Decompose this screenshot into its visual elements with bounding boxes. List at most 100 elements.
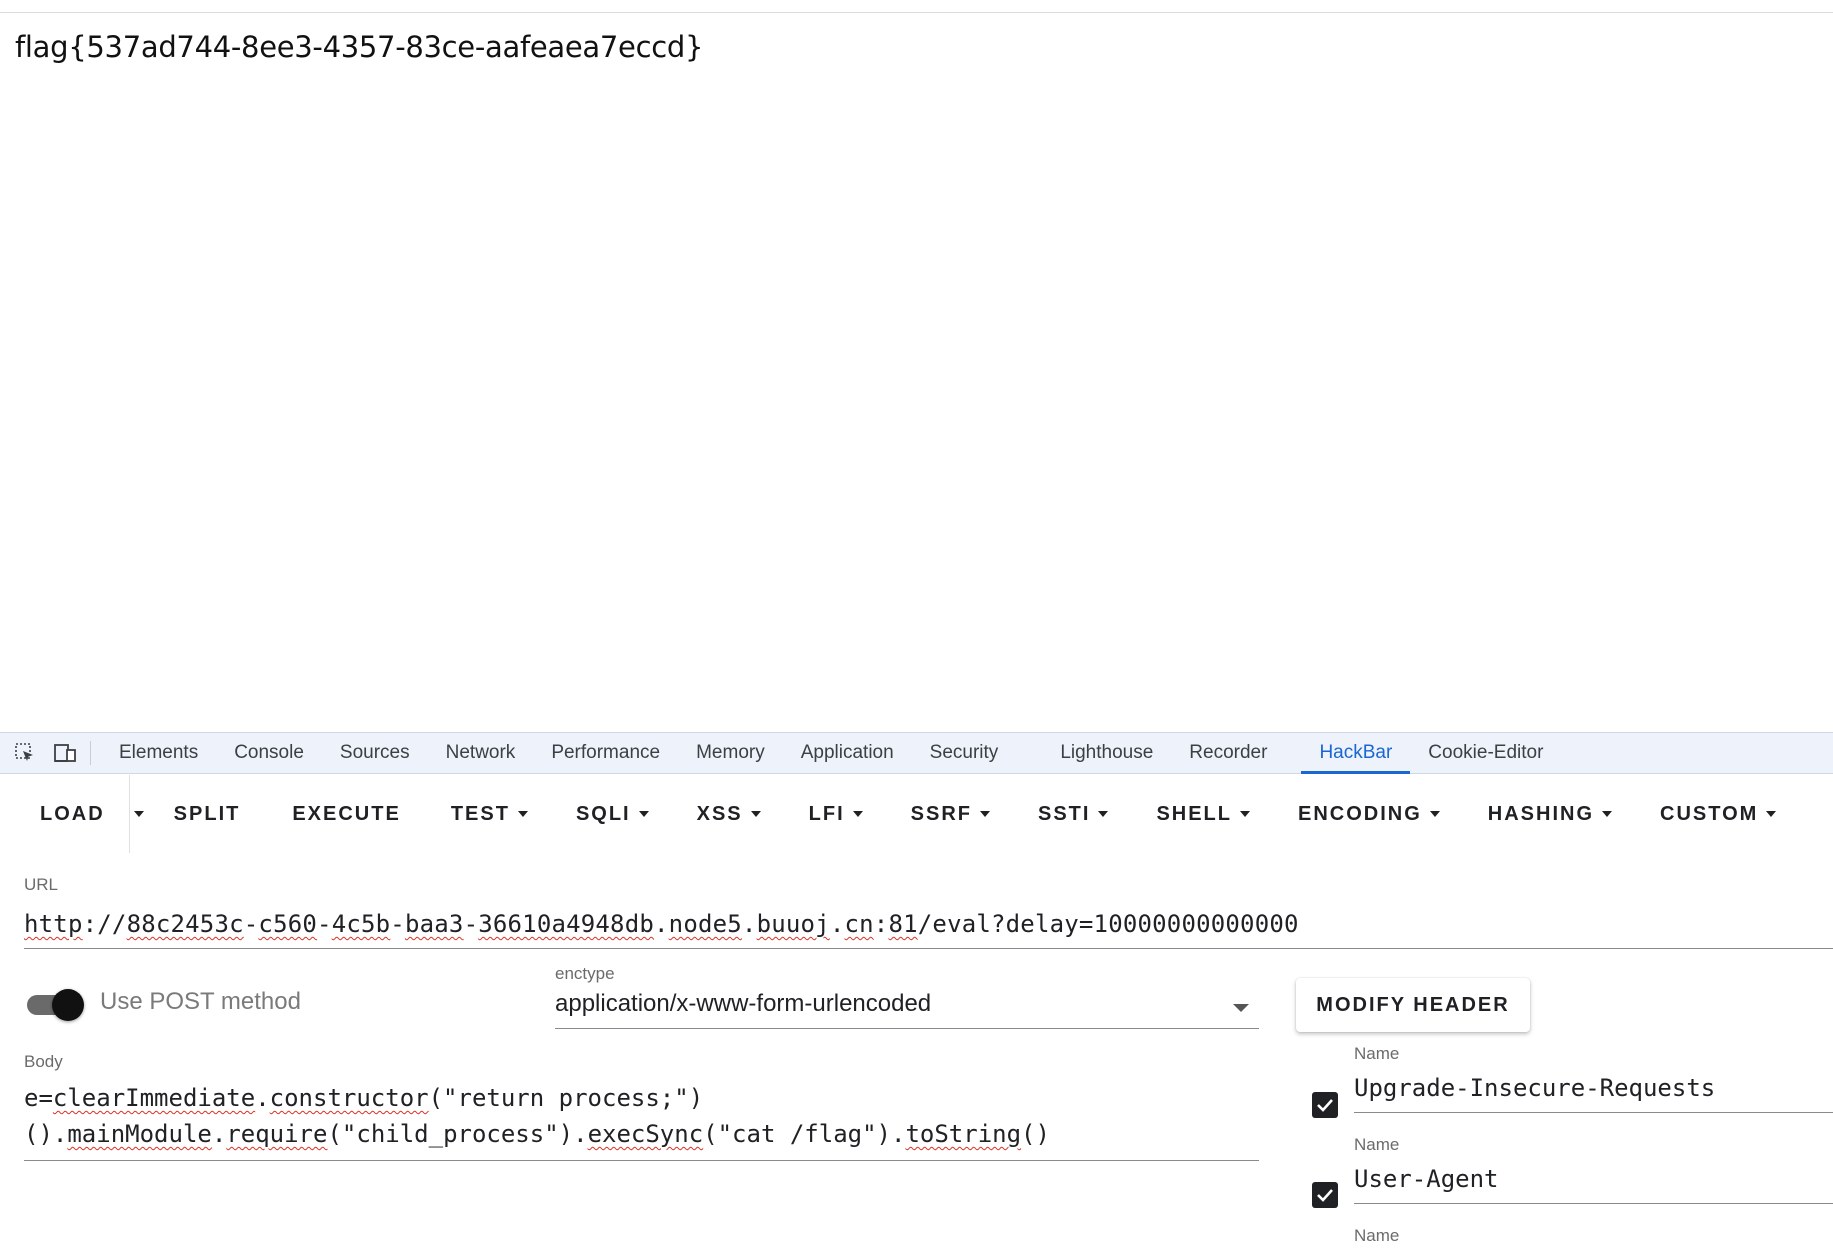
url-segment: 88c2453c xyxy=(126,910,244,938)
tab-network[interactable]: Network xyxy=(428,733,534,773)
body-textarea[interactable]: e=clearImmediate.constructor("return pro… xyxy=(24,1084,1259,1161)
test-label: TEST xyxy=(450,802,510,825)
tab-memory[interactable]: Memory xyxy=(678,733,783,773)
tab-lighthouse[interactable]: Lighthouse xyxy=(1042,733,1171,773)
caret-down-icon xyxy=(750,811,761,817)
caret-down-icon xyxy=(517,811,528,817)
tab-console[interactable]: Console xyxy=(216,733,322,773)
execute-button[interactable]: EXECUTE xyxy=(272,788,426,840)
url-segment: baa3 xyxy=(404,910,464,938)
body-token: require xyxy=(226,1120,328,1148)
load-dropdown-toggle[interactable] xyxy=(130,811,148,817)
url-segment: /eval?delay=10000000000000 xyxy=(917,910,1299,938)
body-line-2: ().mainModule.require("child_process").e… xyxy=(24,1120,1050,1148)
body-token: clearImmediate xyxy=(52,1084,256,1112)
devtools-tab-list: Elements Console Sources Network Performance… xyxy=(101,733,1561,774)
checkmark-icon xyxy=(1317,1189,1333,1202)
body-token: . xyxy=(255,1084,270,1112)
tab-performance[interactable]: Performance xyxy=(533,733,678,773)
url-segment: . xyxy=(654,910,669,938)
body-token: constructor xyxy=(269,1084,429,1112)
header-row: Name User-Agent xyxy=(1312,1135,1833,1227)
tab-hackbar[interactable]: HackBar xyxy=(1301,733,1411,774)
header-name-value: Upgrade-Insecure-Requests xyxy=(1354,1074,1716,1102)
caret-down-icon xyxy=(638,811,649,817)
tabbar-separator xyxy=(90,741,91,765)
header-enabled-checkbox[interactable] xyxy=(1312,1182,1338,1208)
hashing-dropdown[interactable]: HASHING xyxy=(1464,788,1636,840)
caret-down-icon xyxy=(1602,811,1613,817)
ssti-dropdown[interactable]: SSTI xyxy=(1014,788,1132,840)
url-input[interactable]: http://88c2453c-c560-4c5b-baa3-36610a494… xyxy=(24,902,1833,949)
post-method-toggle[interactable] xyxy=(27,989,85,1021)
url-segment: - xyxy=(463,910,479,938)
tab-application[interactable]: Application xyxy=(783,733,912,773)
caret-down-icon xyxy=(979,811,990,817)
url-segment: . xyxy=(741,910,757,938)
url-value: http://88c2453c-c560-4c5b-baa3-36610a494… xyxy=(24,910,1299,938)
execute-label: EXECUTE xyxy=(292,802,401,825)
load-split-group: LOAD xyxy=(16,775,130,853)
test-dropdown[interactable]: TEST xyxy=(427,788,552,840)
url-label: URL xyxy=(24,875,59,894)
body-token: e= xyxy=(24,1084,53,1112)
chevron-down-icon xyxy=(133,811,144,817)
devtools-tabbar: Elements Console Sources Network Performance… xyxy=(0,732,1833,774)
device-toolbar-icon[interactable] xyxy=(52,740,78,766)
lfi-dropdown[interactable]: LFI xyxy=(785,788,887,840)
body-token: (). xyxy=(24,1120,68,1148)
header-name-value: User-Agent xyxy=(1354,1165,1499,1193)
post-method-label: Use POST method xyxy=(100,988,301,1015)
caret-down-icon xyxy=(1766,811,1777,817)
header-name-label: Name xyxy=(1354,1226,1400,1245)
caret-down-icon xyxy=(1098,811,1109,817)
shell-dropdown[interactable]: SHELL xyxy=(1132,788,1274,840)
url-segment: : xyxy=(873,910,889,938)
url-segment: - xyxy=(390,910,405,938)
body-token: toString xyxy=(905,1120,1022,1148)
page-body-text: flag{537ad744-8ee3-4357-83ce-aafeaea7ecc… xyxy=(15,30,704,64)
body-token: . xyxy=(211,1120,227,1148)
url-segment: - xyxy=(317,910,332,938)
encoding-label: ENCODING xyxy=(1298,802,1422,825)
hackbar-toolbar: LOAD SPLIT EXECUTE TEST SQLI XSS LFI SSR… xyxy=(0,774,1833,854)
split-label: SPLIT xyxy=(173,802,241,825)
url-segment: . xyxy=(829,910,845,938)
body-token: () xyxy=(1021,1120,1050,1148)
lfi-label: LFI xyxy=(808,802,845,825)
url-segment: 81 xyxy=(888,910,918,938)
custom-dropdown[interactable]: CUSTOM xyxy=(1636,788,1800,840)
body-token: mainModule xyxy=(67,1120,212,1148)
url-segment: 4c5b xyxy=(331,910,391,938)
inspect-element-icon[interactable] xyxy=(12,740,38,766)
ssti-label: SSTI xyxy=(1037,802,1091,825)
load-button[interactable]: LOAD xyxy=(16,788,129,840)
tab-elements[interactable]: Elements xyxy=(101,733,216,773)
url-segment: c560 xyxy=(258,910,318,938)
url-segment: cn xyxy=(844,910,874,938)
ssrf-label: SSRF xyxy=(910,802,972,825)
modify-header-button[interactable]: MODIFY HEADER xyxy=(1296,978,1530,1032)
shell-label: SHELL xyxy=(1156,802,1232,825)
header-name-input[interactable]: Upgrade-Insecure-Requests xyxy=(1354,1066,1833,1113)
checkmark-icon xyxy=(1317,1099,1333,1112)
url-segment: buuoj xyxy=(756,910,830,938)
sqli-dropdown[interactable]: SQLI xyxy=(552,788,673,840)
encoding-dropdown[interactable]: ENCODING xyxy=(1274,788,1464,840)
header-row: Name Upgrade-Insecure-Requests xyxy=(1312,1044,1833,1136)
header-name-input[interactable]: User-Agent xyxy=(1354,1157,1833,1204)
header-name-label: Name xyxy=(1354,1135,1400,1154)
tab-security[interactable]: Security xyxy=(912,733,1017,773)
tab-recorder[interactable]: Recorder xyxy=(1171,733,1285,773)
enctype-select[interactable]: application/x-www-form-urlencoded xyxy=(555,982,1259,1029)
caret-down-icon xyxy=(1429,811,1440,817)
xss-dropdown[interactable]: XSS xyxy=(673,788,785,840)
header-enabled-checkbox[interactable] xyxy=(1312,1092,1338,1118)
hashing-label: HASHING xyxy=(1487,802,1595,825)
load-label: LOAD xyxy=(40,802,105,825)
ssrf-dropdown[interactable]: SSRF xyxy=(887,788,1014,840)
tab-cookie-editor[interactable]: Cookie-Editor xyxy=(1410,733,1561,773)
caret-down-icon xyxy=(852,811,863,817)
split-button[interactable]: SPLIT xyxy=(148,788,273,840)
tab-sources[interactable]: Sources xyxy=(322,733,428,773)
